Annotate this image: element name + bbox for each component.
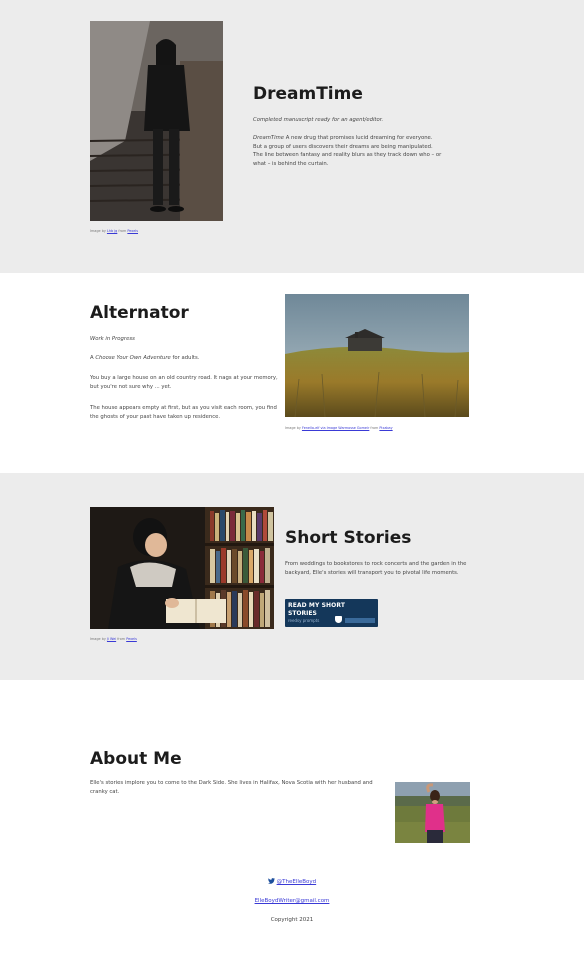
dreamtime-image-credit: Image by Lhb jg from Pexels bbox=[90, 229, 139, 233]
about-section: About Me Elle's stories implore you to c… bbox=[0, 680, 584, 953]
dreamtime-status: Completed manuscript ready for an agent/… bbox=[253, 117, 384, 123]
alternator-credit-author-link[interactable]: Fenella-elf via Image Warmosse Gomeir bbox=[302, 426, 369, 430]
about-title: About Me bbox=[90, 749, 182, 769]
alternator-cyoa-line: A Choose Your Own Adventure for adults. bbox=[90, 355, 200, 361]
short-stories-credit-author-link[interactable]: Ji Wei bbox=[107, 637, 116, 641]
short-stories-title: Short Stories bbox=[285, 528, 412, 548]
alternator-status: Work in Progress bbox=[90, 336, 135, 342]
alternator-paragraph-2: The house appears empty at first, but as… bbox=[90, 405, 277, 420]
short-stories-credit-source-link[interactable]: Pexels bbox=[126, 637, 137, 641]
alternator-paragraph-1: You buy a large house on an old country … bbox=[90, 375, 278, 390]
alternator-cover-image bbox=[285, 294, 469, 417]
read-short-stories-button[interactable]: READ MY SHORT STORIES reedsy prompts bbox=[285, 599, 378, 627]
short-stories-section: Image by Ji Wei from Pexels Short Storie… bbox=[0, 473, 584, 680]
short-stories-image-credit: Image by Ji Wei from Pexels bbox=[90, 637, 137, 641]
dreamtime-credit-source-link[interactable]: Pexels bbox=[127, 229, 138, 233]
dreamtime-description: DreamTime A new drug that promises lucid… bbox=[253, 135, 442, 167]
reedsy-badge-icon bbox=[335, 616, 342, 623]
email-link[interactable]: ElleBoydWriter@gmail.com bbox=[255, 898, 330, 904]
alternator-credit-source-link[interactable]: Pixabay bbox=[379, 426, 392, 430]
dreamtime-title: DreamTime bbox=[253, 84, 363, 104]
email-row: ElleBoydWriter@gmail.com bbox=[0, 898, 584, 904]
about-bio: Elle's stories implore you to come to th… bbox=[90, 780, 373, 795]
dreamtime-credit-author-link[interactable]: Lhb jg bbox=[107, 229, 117, 233]
short-stories-description: From weddings to bookstores to rock conc… bbox=[285, 561, 467, 576]
reedsy-prompts-logo: reedsy prompts bbox=[288, 618, 320, 623]
read-short-stories-button-line1: READ MY SHORT bbox=[288, 602, 346, 609]
dreamtime-cover-image bbox=[90, 21, 223, 221]
alternator-image-credit: Image by Fenella-elf via Image Warmosse … bbox=[285, 426, 393, 430]
twitter-link-row[interactable]: @TheElleBoyd bbox=[0, 878, 584, 886]
alternator-title: Alternator bbox=[90, 303, 189, 323]
twitter-icon bbox=[267, 878, 275, 886]
short-stories-image bbox=[90, 507, 274, 629]
about-author-photo bbox=[395, 782, 470, 843]
alternator-section: Alternator Work in Progress A Choose You… bbox=[0, 273, 584, 473]
reedsy-badge-stripe bbox=[345, 618, 375, 623]
dreamtime-section: Image by Lhb jg from Pexels DreamTime Co… bbox=[0, 0, 584, 273]
copyright-text: Copyright 2021 bbox=[270, 917, 314, 923]
twitter-handle-link[interactable]: @TheElleBoyd bbox=[277, 879, 317, 885]
read-short-stories-button-line2: STORIES bbox=[288, 610, 317, 617]
dreamtime-description-title: DreamTime bbox=[253, 135, 285, 141]
